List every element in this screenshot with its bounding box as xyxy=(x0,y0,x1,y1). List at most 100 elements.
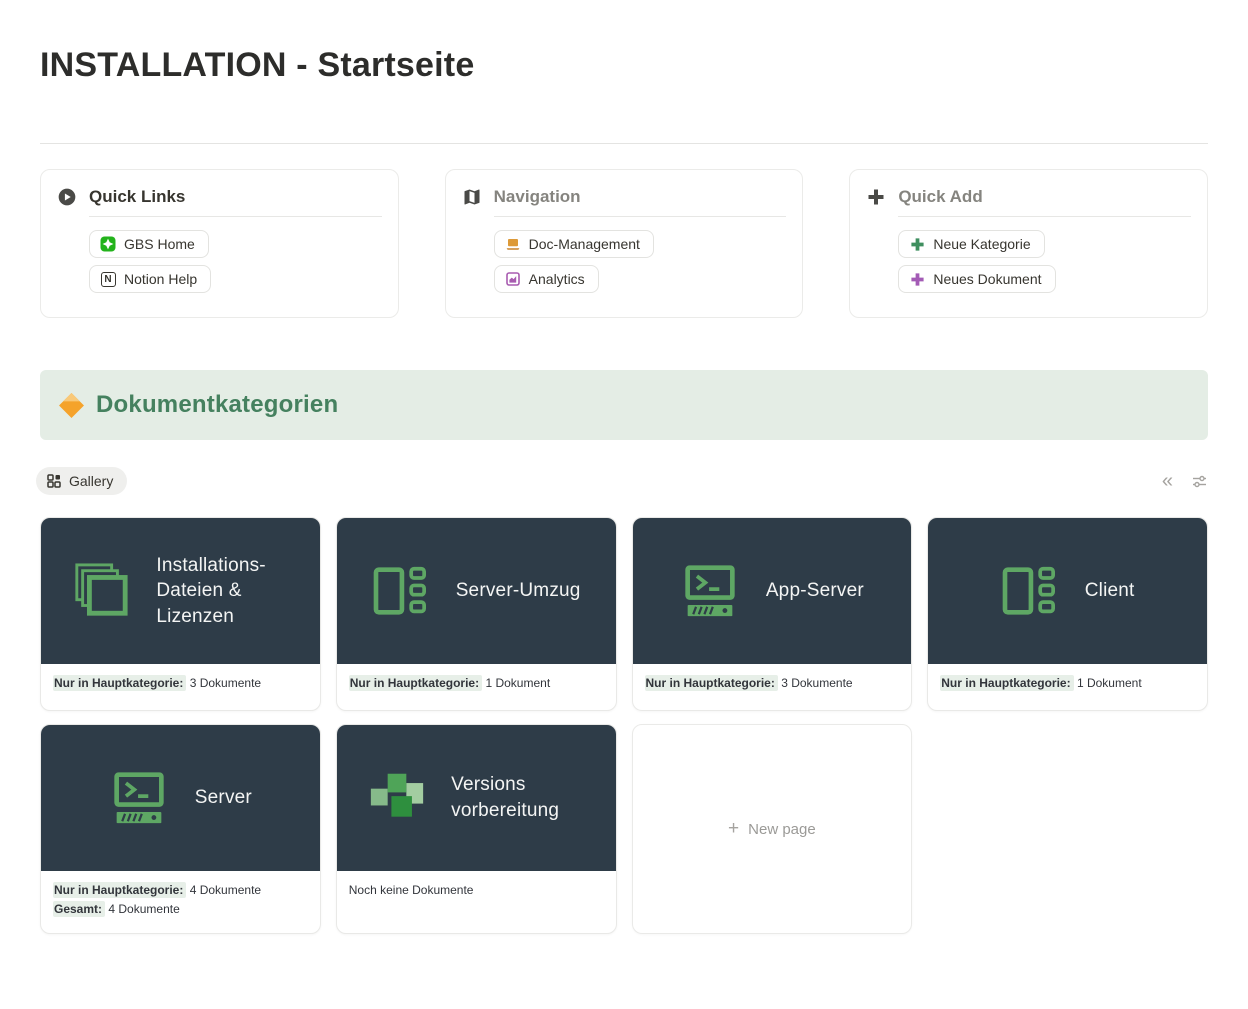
stat-value: 4 Dokumente xyxy=(190,883,261,897)
terminal-server-icon xyxy=(109,771,169,825)
callout-divider xyxy=(898,216,1191,217)
card-title: Versions vorbereitung xyxy=(451,772,583,823)
gallery-controls: « xyxy=(1162,471,1208,491)
card-caption: Nur in Hauptkategorie: 3 Dokumente xyxy=(41,664,320,710)
stat-label: Nur in Hauptkategorie: xyxy=(53,675,186,691)
gbs-app-icon xyxy=(100,236,116,252)
callout-head: Quick Add xyxy=(866,187,1191,207)
stat-label: Gesamt: xyxy=(53,901,105,917)
card-cover: App-Server xyxy=(633,518,912,664)
client-blocks-icon xyxy=(1001,566,1059,616)
callout-buttons: Doc-Management Analytics xyxy=(494,230,787,293)
notion-help-button[interactable]: N Notion Help xyxy=(89,265,211,293)
card-cover: Installations-Dateien & Lizenzen xyxy=(41,518,320,664)
terminal-server-icon xyxy=(680,564,740,618)
card-server-umzug[interactable]: Server-Umzug Nur in Hauptkategorie: 1 Do… xyxy=(336,517,617,711)
plus-icon: + xyxy=(728,818,739,840)
tune-settings-icon[interactable] xyxy=(1191,473,1208,490)
card-cover: Client xyxy=(928,518,1207,664)
card-caption: Nur in Hauptkategorie: 4 Dokumente Gesam… xyxy=(41,871,320,933)
callout-head: Navigation xyxy=(462,187,787,207)
callout-title: Quick Add xyxy=(898,187,982,207)
callout-quick-links: Quick Links GBS Home N Notion Help xyxy=(40,169,399,318)
plus-icon xyxy=(866,187,886,207)
card-server[interactable]: Server Nur in Hauptkategorie: 4 Dokument… xyxy=(40,724,321,934)
stat-line: Nur in Hauptkategorie: 3 Dokumente xyxy=(645,674,900,692)
notion-logo-icon: N xyxy=(100,271,116,287)
callout-divider xyxy=(494,216,787,217)
doc-management-button[interactable]: Doc-Management xyxy=(494,230,654,258)
stat-line: Gesamt: 4 Dokumente xyxy=(53,900,308,918)
analytics-chart-icon xyxy=(505,271,521,287)
neue-kategorie-button[interactable]: Neue Kategorie xyxy=(898,230,1044,258)
gallery-grid-icon xyxy=(47,474,61,488)
stat-value: 3 Dokumente xyxy=(781,676,852,690)
gallery-cards-row-1: Installations-Dateien & Lizenzen Nur in … xyxy=(40,517,1208,711)
stat-line: Nur in Hauptkategorie: 1 Dokument xyxy=(940,674,1195,692)
play-circle-icon xyxy=(57,187,77,207)
button-label: Neues Dokument xyxy=(933,271,1041,287)
card-installations-dateien-lizenzen[interactable]: Installations-Dateien & Lizenzen Nur in … xyxy=(40,517,321,711)
card-versions-vorbereitung[interactable]: Versions vorbereitung Noch keine Dokumen… xyxy=(336,724,617,934)
page: INSTALLATION - Startseite Quick Links GB… xyxy=(0,0,1248,934)
card-title: Server xyxy=(195,785,252,811)
button-label: Analytics xyxy=(529,271,585,287)
stat-label: Nur in Hauptkategorie: xyxy=(940,675,1073,691)
plus-purple-icon xyxy=(909,271,925,287)
dokumentkategorien-banner: Dokumentkategorien xyxy=(40,370,1208,440)
callout-buttons: GBS Home N Notion Help xyxy=(89,230,382,293)
callout-head: Quick Links xyxy=(57,187,382,207)
card-caption: Noch keine Dokumente xyxy=(337,871,616,933)
page-divider xyxy=(40,143,1208,144)
callout-title: Navigation xyxy=(494,187,581,207)
pinwheel-versions-icon xyxy=(369,770,425,826)
card-caption: Nur in Hauptkategorie: 1 Dokument xyxy=(928,664,1207,710)
callout-quick-add: Quick Add Neue Kategorie Neues Dokument xyxy=(849,169,1208,318)
stat-line: Nur in Hauptkategorie: 4 Dokumente xyxy=(53,881,308,899)
analytics-button[interactable]: Analytics xyxy=(494,265,599,293)
card-title: Server-Umzug xyxy=(456,578,581,604)
client-blocks-icon xyxy=(372,566,430,616)
stat-label: Nur in Hauptkategorie: xyxy=(53,882,186,898)
page-title: INSTALLATION - Startseite xyxy=(40,46,1208,85)
callout-divider xyxy=(89,216,382,217)
callout-title: Quick Links xyxy=(89,187,185,207)
stat-line: Nur in Hauptkategorie: 1 Dokument xyxy=(349,674,604,692)
card-title: Client xyxy=(1085,578,1135,604)
gallery-cards-row-2: Server Nur in Hauptkategorie: 4 Dokument… xyxy=(40,724,1208,934)
button-label: Notion Help xyxy=(124,271,197,287)
button-label: Doc-Management xyxy=(529,236,640,252)
stat-label: Nur in Hauptkategorie: xyxy=(645,675,778,691)
card-title: Installations-Dateien & Lizenzen xyxy=(156,553,288,630)
card-note: Noch keine Dokumente xyxy=(349,881,604,899)
new-page-tile[interactable]: + New page xyxy=(632,724,913,934)
callout-navigation: Navigation Doc-Management Analytics xyxy=(445,169,804,318)
laptop-icon xyxy=(505,236,521,252)
stat-label: Nur in Hauptkategorie: xyxy=(349,675,482,691)
orange-diamond-icon xyxy=(58,392,85,419)
stacked-copies-icon xyxy=(72,562,130,620)
callout-buttons: Neue Kategorie Neues Dokument xyxy=(898,230,1191,293)
stat-value: 1 Dokument xyxy=(485,676,550,690)
banner-title: Dokumentkategorien xyxy=(96,391,338,419)
gallery-view-tab[interactable]: Gallery xyxy=(36,467,127,495)
card-app-server[interactable]: App-Server Nur in Hauptkategorie: 3 Doku… xyxy=(632,517,913,711)
gbs-home-button[interactable]: GBS Home xyxy=(89,230,209,258)
callout-row: Quick Links GBS Home N Notion Help xyxy=(40,169,1208,318)
button-label: GBS Home xyxy=(124,236,195,252)
stat-value: 3 Dokumente xyxy=(190,676,261,690)
new-page-label: New page xyxy=(748,821,816,838)
plus-green-icon xyxy=(909,236,925,252)
map-icon xyxy=(462,187,482,207)
collapse-double-chevron-icon[interactable]: « xyxy=(1162,471,1173,491)
card-client[interactable]: Client Nur in Hauptkategorie: 1 Dokument xyxy=(927,517,1208,711)
card-caption: Nur in Hauptkategorie: 3 Dokumente xyxy=(633,664,912,710)
stat-line: Nur in Hauptkategorie: 3 Dokumente xyxy=(53,674,308,692)
card-cover: Server xyxy=(41,725,320,871)
card-caption: Nur in Hauptkategorie: 1 Dokument xyxy=(337,664,616,710)
neues-dokument-button[interactable]: Neues Dokument xyxy=(898,265,1055,293)
stat-value: 1 Dokument xyxy=(1077,676,1142,690)
gallery-bar: Gallery « xyxy=(40,465,1208,497)
gallery-view-label: Gallery xyxy=(69,473,113,489)
empty-grid-cell xyxy=(927,724,1208,934)
